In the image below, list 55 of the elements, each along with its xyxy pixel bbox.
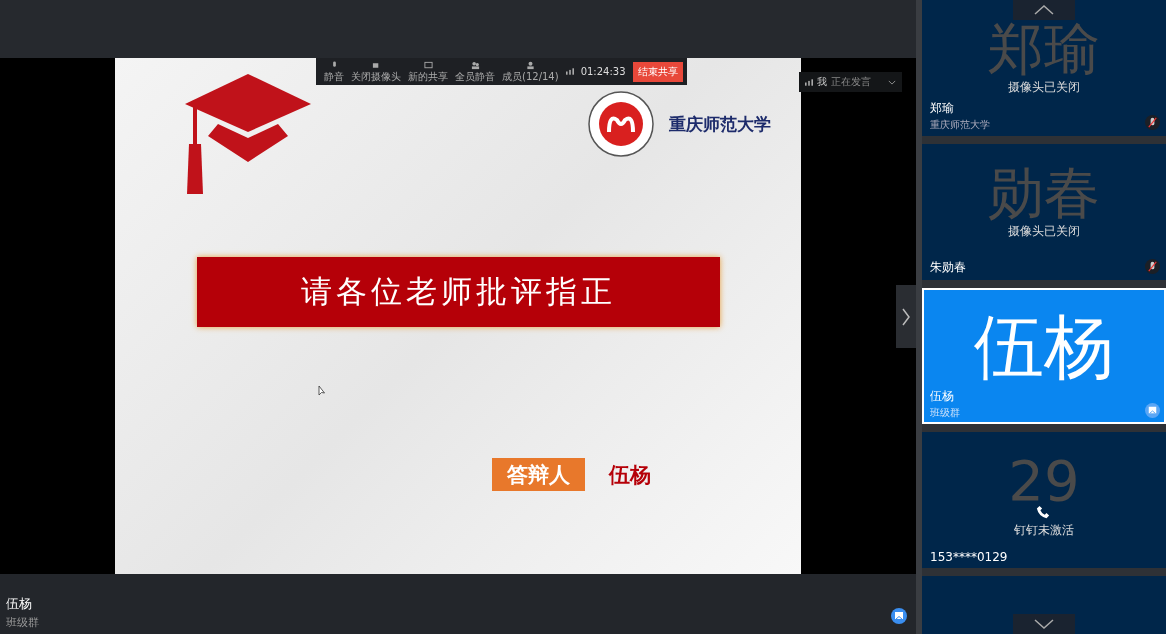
avatar-initials: 29 bbox=[1008, 453, 1080, 509]
toolbar-button[interactable]: 静音 bbox=[324, 61, 344, 82]
cursor-icon bbox=[318, 385, 326, 397]
toolbar-button[interactable]: 新的共享 bbox=[408, 61, 448, 82]
toolbar-button[interactable]: 全员静音 bbox=[455, 61, 495, 82]
tile-status: 摄像头已关闭 bbox=[1008, 79, 1080, 96]
screen-share-icon bbox=[891, 608, 907, 624]
scroll-up-button[interactable] bbox=[1013, 0, 1075, 20]
person-icon bbox=[525, 61, 535, 70]
participant-tile[interactable]: 郑瑜 摄像头已关闭 郑瑜 重庆师范大学 bbox=[922, 0, 1166, 136]
signal-icon bbox=[805, 78, 813, 86]
phone-icon bbox=[1036, 505, 1050, 519]
end-share-button[interactable]: 结束共享 bbox=[632, 61, 683, 82]
presenter-label: 答辩人 bbox=[492, 458, 585, 491]
university-name: 重庆师范大学 bbox=[669, 112, 771, 136]
screen-share-icon bbox=[1145, 403, 1160, 418]
chevron-down-icon bbox=[1034, 619, 1054, 629]
participant-tile[interactable]: 伍杨 伍杨 班级群 bbox=[922, 288, 1166, 424]
presenter-name: 伍杨 bbox=[6, 595, 33, 613]
group-name: 重庆师范大学 bbox=[930, 118, 990, 132]
meeting-timer: 01:24:33 bbox=[580, 66, 626, 77]
participant-name: 伍杨 bbox=[930, 388, 955, 405]
scroll-down-button[interactable] bbox=[1013, 614, 1075, 634]
muted-microphone-icon bbox=[1145, 259, 1160, 274]
toolbar-button[interactable]: 成员(12/14) bbox=[502, 61, 559, 82]
group-name: 班级群 bbox=[6, 615, 39, 630]
graduation-cap-icon bbox=[183, 74, 313, 194]
avatar-initials: 勋春 bbox=[988, 165, 1100, 221]
university-seal-icon bbox=[587, 90, 655, 158]
participant-name: 郑瑜 bbox=[930, 100, 955, 117]
chevron-up-icon bbox=[1034, 5, 1054, 15]
avatar-initials: 郑瑜 bbox=[988, 21, 1100, 77]
speaker-status: 正在发言 bbox=[831, 75, 872, 89]
monitor-icon bbox=[423, 61, 433, 70]
tile-status: 钉钉未激活 bbox=[1014, 522, 1074, 539]
muted-microphone-icon bbox=[1145, 115, 1160, 130]
presenter-name: 伍杨 bbox=[609, 462, 651, 489]
slide-banner: 请各位老师批评指正 bbox=[197, 257, 720, 327]
chevron-right-icon bbox=[901, 307, 911, 326]
participant-tile[interactable]: 29 钉钉未激活 153****0129 bbox=[922, 432, 1166, 568]
participant-name: 153****0129 bbox=[930, 550, 1008, 564]
participant-tile[interactable]: 勋春 摄像头已关闭 朱勋春 bbox=[922, 144, 1166, 280]
avatar-initials: 伍杨 bbox=[974, 312, 1114, 382]
participant-tile[interactable] bbox=[922, 576, 1166, 634]
collapse-panel-button[interactable] bbox=[896, 285, 916, 348]
speaker-indicator[interactable]: 我 正在发言 bbox=[799, 72, 902, 92]
signal-icon bbox=[565, 68, 574, 75]
tile-status: 摄像头已关闭 bbox=[1008, 223, 1080, 240]
speaker-name: 我 bbox=[817, 75, 827, 89]
group-name: 班级群 bbox=[930, 406, 960, 420]
chevron-down-icon bbox=[888, 79, 896, 85]
camera-icon bbox=[371, 61, 381, 70]
participant-name: 朱勋春 bbox=[930, 259, 966, 276]
toolbar-button[interactable]: 关闭摄像头 bbox=[351, 61, 401, 82]
people-icon bbox=[470, 61, 480, 70]
